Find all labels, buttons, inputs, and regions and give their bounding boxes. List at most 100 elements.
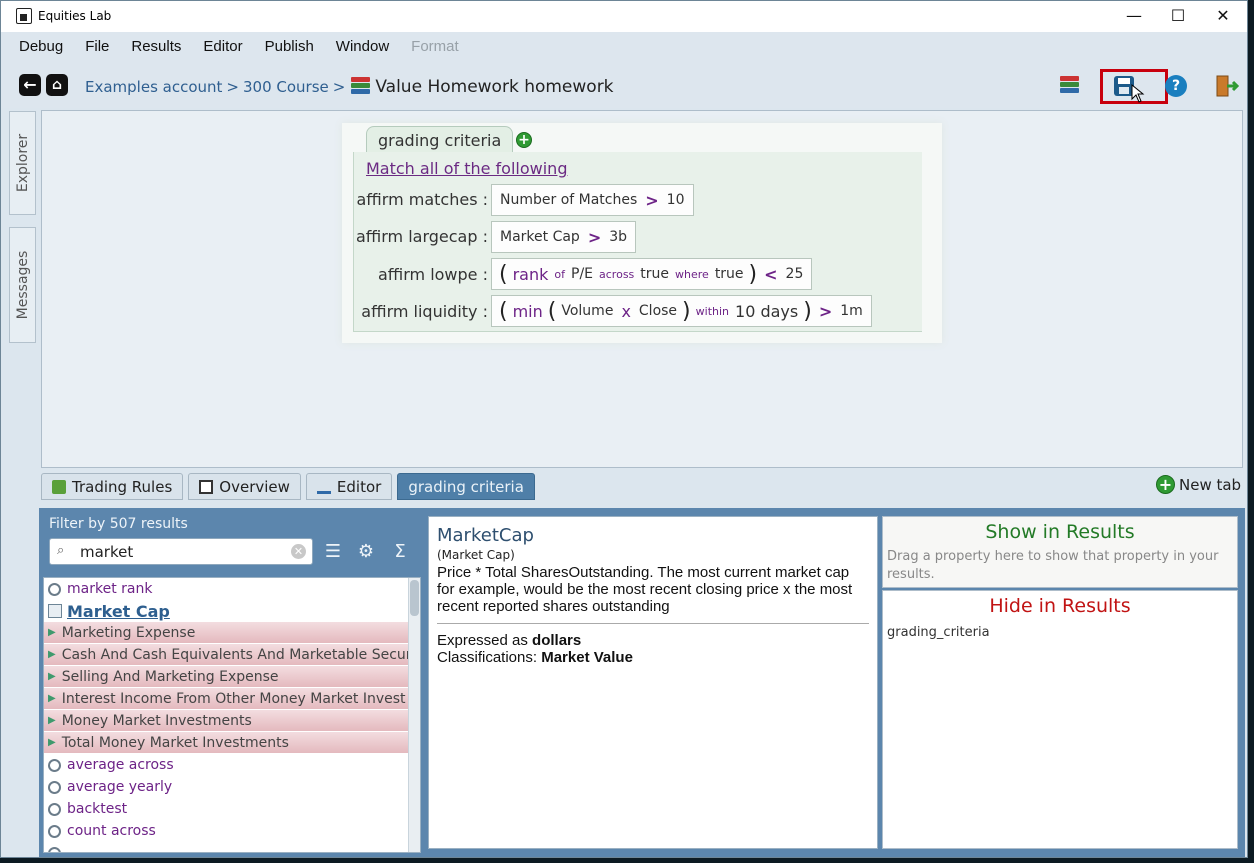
document-tabs: Trading Rules Overview Editor grading cr… xyxy=(41,473,540,501)
expressed-value: dollars xyxy=(532,632,582,649)
minimize-button[interactable]: — xyxy=(1111,4,1157,28)
field-token: P/E xyxy=(571,266,594,282)
back-icon[interactable]: ← xyxy=(19,74,41,96)
menu-publish[interactable]: Publish xyxy=(265,32,314,64)
menu-editor[interactable]: Editor xyxy=(203,32,242,64)
hidden-property-item[interactable]: grading_criteria xyxy=(887,625,1233,640)
function-token: min xyxy=(512,301,543,321)
tab-explorer[interactable]: Explorer xyxy=(9,111,36,215)
sigma-icon[interactable]: Σ xyxy=(389,541,411,563)
tab-trading-rules[interactable]: Trading Rules xyxy=(41,473,184,500)
classifications-value: Market Value xyxy=(541,649,633,666)
operator-token: > xyxy=(645,190,659,210)
function-icon xyxy=(48,824,61,838)
list-item[interactable]: backtest xyxy=(44,798,410,820)
tab-messages[interactable]: Messages xyxy=(9,227,36,343)
clear-search-icon[interactable]: ✕ xyxy=(291,544,306,559)
expand-arrow-icon: ▶ xyxy=(48,693,56,704)
operator-token: < xyxy=(764,264,778,284)
function-icon xyxy=(48,582,61,596)
field-token: Volume xyxy=(561,303,614,319)
cursor-icon xyxy=(1131,84,1145,103)
search-input[interactable] xyxy=(80,542,285,562)
menu-debug[interactable]: Debug xyxy=(19,32,63,64)
grading-criteria-block: grading criteria + Match all of the foll… xyxy=(342,123,942,343)
bottom-panel: Filter by 507 results ⌕ ✕ ☰ ⚙ Σ market r… xyxy=(39,508,1245,857)
function-icon xyxy=(48,758,61,772)
hide-in-results-title: Hide in Results xyxy=(989,595,1131,617)
value-token: true xyxy=(640,266,670,282)
list-item[interactable]: market rank xyxy=(44,578,410,600)
property-subtitle: (Market Cap) xyxy=(437,548,515,562)
editor-canvas: grading criteria + Match all of the foll… xyxy=(41,110,1243,468)
multiply-token: x xyxy=(621,301,631,321)
explorer-tab-label: Explorer xyxy=(14,133,31,193)
tab-editor[interactable]: Editor xyxy=(305,473,393,500)
results-scrollbar[interactable] xyxy=(408,578,420,852)
tab-grading-criteria[interactable]: grading criteria xyxy=(397,473,535,500)
books-icon xyxy=(349,76,371,96)
list-item[interactable]: – xyxy=(44,842,410,852)
property-expressed: Expressed as dollars xyxy=(437,632,869,649)
list-view-icon[interactable]: ☰ xyxy=(322,541,344,563)
list-item-selected[interactable]: Market Cap xyxy=(44,600,410,622)
list-item[interactable]: average across xyxy=(44,754,410,776)
add-criteria-icon[interactable]: + xyxy=(516,132,532,148)
editor-icon xyxy=(316,480,331,494)
menu-format: Format xyxy=(411,38,459,55)
list-item[interactable]: ▶ Cash And Cash Equivalents And Marketabl… xyxy=(44,644,410,666)
tab-overview[interactable]: Overview xyxy=(188,473,301,500)
rule-expression-lowpe[interactable]: ( rank of P/E across true where true ) <… xyxy=(491,258,813,290)
search-field[interactable]: ⌕ ✕ xyxy=(49,538,313,565)
function-icon xyxy=(48,802,61,816)
list-item-label: Money Market Investments xyxy=(61,712,252,729)
value-token: 10 days xyxy=(735,301,799,321)
title-bar: Equities Lab — ☐ ✕ xyxy=(1,1,1247,32)
paren-token: ) xyxy=(803,298,812,324)
new-tab-button[interactable]: + New tab xyxy=(1156,475,1241,494)
help-icon[interactable]: ? xyxy=(1165,75,1187,97)
list-item[interactable]: count across xyxy=(44,820,410,842)
rule-label-largecap: affirm largecap : xyxy=(355,227,488,246)
list-item[interactable]: ▶ Interest Income From Other Money Market… xyxy=(44,688,410,710)
function-icon xyxy=(48,780,61,794)
close-button[interactable]: ✕ xyxy=(1200,4,1246,28)
home-icon[interactable]: ⌂ xyxy=(46,74,68,96)
hide-in-results-dropzone[interactable]: Hide in Results grading_criteria xyxy=(882,590,1238,849)
scroll-thumb[interactable] xyxy=(410,580,419,616)
function-token: rank xyxy=(512,264,549,284)
keyword-token: within xyxy=(695,304,730,318)
rule-label-liquidity: affirm liquidity : xyxy=(361,302,488,321)
show-in-results-dropzone[interactable]: Show in Results Drag a property here to … xyxy=(882,516,1238,588)
list-item[interactable]: ▶ Selling And Marketing Expense xyxy=(44,666,410,688)
breadcrumb-account[interactable]: Examples account xyxy=(85,78,222,96)
field-token: Close xyxy=(638,303,678,319)
library-icon[interactable] xyxy=(1058,75,1080,97)
rule-expression-matches[interactable]: Number of Matches > 10 xyxy=(491,184,694,216)
list-item[interactable]: average yearly xyxy=(44,776,410,798)
messages-tab-label: Messages xyxy=(14,250,31,320)
expand-arrow-icon: ▶ xyxy=(48,737,56,748)
new-tab-label: New tab xyxy=(1179,475,1242,494)
filter-label: Filter by 507 results xyxy=(49,516,188,532)
exit-icon[interactable] xyxy=(1215,73,1241,99)
list-item[interactable]: ▶ Marketing Expense xyxy=(44,622,410,644)
gear-icon[interactable]: ⚙ xyxy=(355,541,377,563)
menu-window[interactable]: Window xyxy=(336,32,389,64)
rule-expression-liquidity[interactable]: ( min ( Volume x Close ) within 10 days … xyxy=(491,295,872,327)
list-item[interactable]: ▶ Total Money Market Investments xyxy=(44,732,410,754)
rule-expression-largecap[interactable]: Market Cap > 3b xyxy=(491,221,637,253)
classifications-prefix: Classifications: xyxy=(437,649,542,666)
plus-icon: + xyxy=(1156,475,1175,494)
results-list[interactable]: market rank Market Cap ▶ Marketing Expens… xyxy=(43,577,421,853)
menu-file[interactable]: File xyxy=(85,32,109,64)
field-token: Number of Matches xyxy=(500,192,638,208)
list-item[interactable]: ▶ Money Market Investments xyxy=(44,710,410,732)
list-item-label: backtest xyxy=(67,801,128,817)
maximize-button[interactable]: ☐ xyxy=(1155,4,1201,28)
menu-results[interactable]: Results xyxy=(131,32,181,64)
match-all-link[interactable]: Match all of the following xyxy=(366,159,567,178)
breadcrumb-course[interactable]: 300 Course xyxy=(243,78,329,96)
list-item-label: count across xyxy=(67,823,156,839)
list-item-label: Cash And Cash Equivalents And Marketable… xyxy=(61,646,410,663)
